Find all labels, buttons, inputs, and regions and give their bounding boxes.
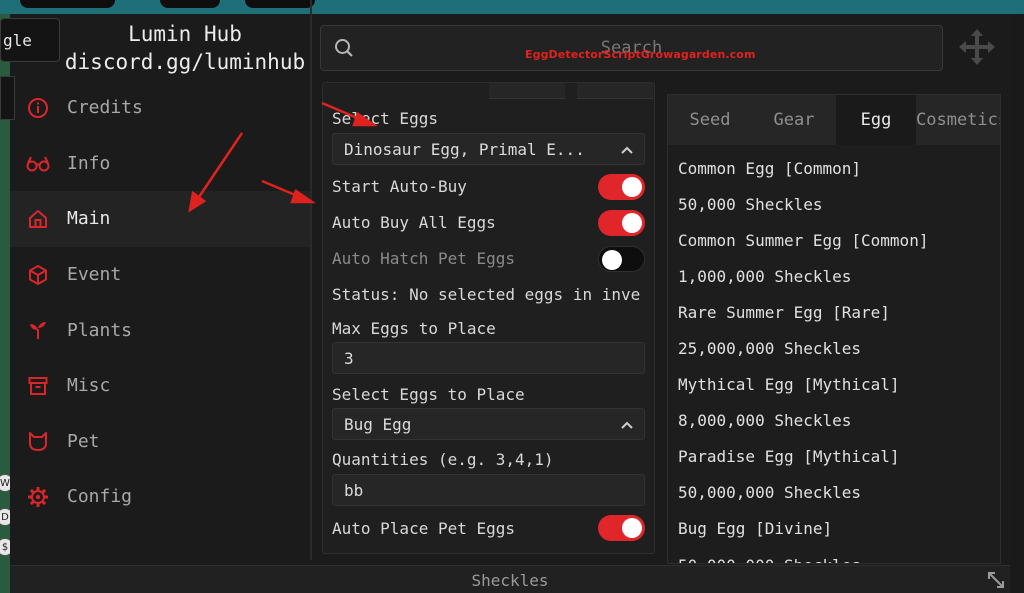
archive-box-icon [26,374,50,398]
max-eggs-value: 3 [344,348,354,368]
auto-buy-all-toggle[interactable] [598,210,645,236]
game-pill [160,0,220,8]
panel-tab-stub[interactable] [489,83,565,99]
move-icon[interactable] [958,28,996,70]
side-stub [0,76,15,120]
sidebar-item-main[interactable]: Main [10,191,310,247]
game-pill [245,0,315,8]
toggle-knob [622,177,642,197]
sidebar-item-label: Config [67,486,133,508]
sidebar-item-info[interactable]: Info [10,136,310,192]
sidebar-item-plants[interactable]: Plants [10,302,310,358]
info-circle-icon [26,96,50,120]
brand-title: Lumin Hub [128,22,242,46]
list-item: 50,000,000 Sheckles [678,483,862,503]
select-eggs-value: Dinosaur Egg, Primal E... [344,139,585,159]
gear-icon [26,485,50,509]
game-pill [20,0,115,8]
bottom-bar: Sheckles [10,565,1010,593]
list-item: Mythical Egg [Mythical] [678,375,900,395]
sidebar-item-label: Credits [67,97,143,119]
sidebar-divider [310,0,312,560]
select-place-dropdown[interactable]: Bug Egg [332,408,645,440]
shop-stock-panel: Seed Gear Egg Cosmetics Common Egg [Comm… [667,94,1001,564]
ui-toggle-button[interactable]: gle [0,18,60,62]
list-item: Common Summer Egg [Common] [678,230,929,250]
max-eggs-input[interactable]: 3 [332,342,645,374]
sidebar-item-pet[interactable]: Pet [10,414,310,470]
sidebar-item-label: Main [67,208,111,230]
panel-tab-stubs [489,83,653,99]
game-background-top [0,0,1024,14]
sidebar-item-label: Event [67,264,122,286]
list-item: 25,000,000 Sheckles [678,339,862,359]
select-eggs-dropdown[interactable]: Dinosaur Egg, Primal E... [332,133,645,165]
sidebar-item-config[interactable]: Config [10,469,310,525]
watermark-text: EggDetectorScriptGrowagarden.com [525,48,756,61]
bottom-bar-label: Sheckles [471,571,549,590]
list-item: Rare Summer Egg [Rare] [678,302,890,322]
shop-tabs: Seed Gear Egg Cosmetics [668,95,1000,145]
sidebar-item-event[interactable]: Event [10,247,310,303]
sidebar-item-label: Info [67,152,111,174]
status-text: Status: No selected eggs in inve [332,285,641,304]
list-item: 1,000,000 Sheckles [678,266,852,286]
list-item: 50,000,000 Sheckles [678,547,928,563]
auto-buy-all-label: Auto Buy All Eggs [332,213,496,232]
start-auto-buy-toggle[interactable] [598,174,645,200]
sidebar: Credits Info Main Event Plants Misc Pet … [10,80,310,525]
resize-icon[interactable] [986,570,1006,593]
home-icon [26,207,50,231]
sidebar-item-label: Misc [67,375,111,397]
sprout-icon [26,318,50,342]
toggle-knob [622,213,642,233]
brand-discord-link: discord.gg/luminhub [64,50,306,74]
select-eggs-label: Select Eggs [332,109,438,128]
auto-place-toggle[interactable] [598,515,645,541]
sidebar-item-label: Plants [67,319,133,341]
glasses-icon [26,151,50,175]
sidebar-item-label: Pet [67,430,100,452]
list-item: Bug Egg [Divine] [678,519,833,539]
cat-face-icon [26,429,50,453]
panel-tab-stub[interactable] [577,83,653,99]
auto-place-label: Auto Place Pet Eggs [332,519,516,538]
list-item: 50,000 Sheckles [678,194,823,214]
quantities-value: bb [344,480,364,500]
max-eggs-label: Max Eggs to Place [332,319,496,338]
start-auto-buy-label: Start Auto-Buy [332,177,467,196]
quantities-input[interactable]: bb [332,474,645,506]
sidebar-item-misc[interactable]: Misc [10,358,310,414]
list-item: Paradise Egg [Mythical] [678,447,900,467]
list-item: 8,000,000 Sheckles [678,411,852,431]
egg-stock-list: Common Egg [Common] 50,000 Sheckles Comm… [678,150,929,563]
select-place-value: Bug Egg [344,414,412,434]
brand-header: Lumin Hub discord.gg/luminhub [60,20,310,76]
tab-egg[interactable]: Egg [836,95,916,145]
auto-hatch-label: Auto Hatch Pet Eggs [332,249,516,268]
tab-seed[interactable]: Seed [668,95,752,145]
chevron-up-icon [620,142,634,161]
auto-hatch-toggle[interactable] [598,246,645,272]
chevron-up-icon [620,417,634,436]
cube-icon [26,263,50,287]
quantities-label: Quantities (e.g. 3,4,1) [332,450,554,469]
sidebar-item-credits[interactable]: Credits [10,80,310,136]
toggle-knob [602,250,622,270]
tab-gear[interactable]: Gear [752,95,836,145]
select-place-label: Select Eggs to Place [332,385,525,404]
main-settings-panel: Select Eggs Dinosaur Egg, Primal E... St… [322,82,655,554]
toggle-knob [622,518,642,538]
tab-cosmetics[interactable]: Cosmetics [916,95,1000,145]
list-item: Common Egg [Common] [678,158,862,178]
